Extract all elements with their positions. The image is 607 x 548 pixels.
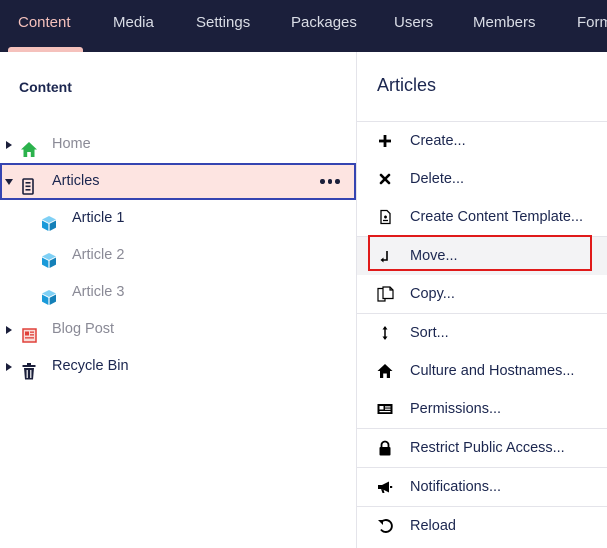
- permissions-icon: [377, 401, 393, 417]
- action-label: Create...: [410, 133, 466, 149]
- cube-icon: [41, 247, 58, 268]
- action-culture-and-hostnames[interactable]: Culture and Hostnames...: [357, 352, 607, 390]
- content-tree-panel: Content Home Articles Article 1 Article …: [0, 52, 356, 548]
- tree-node-label: Blog Post: [52, 321, 115, 337]
- tab-packages[interactable]: Packages: [291, 0, 357, 52]
- document-template-icon: [377, 209, 393, 225]
- action-label: Permissions...: [410, 401, 502, 417]
- action-label: Restrict Public Access...: [410, 440, 565, 456]
- home-icon: [377, 363, 393, 379]
- action-create[interactable]: Create...: [357, 122, 607, 160]
- copy-icon: [377, 286, 394, 302]
- action-label: Culture and Hostnames...: [410, 363, 575, 379]
- action-copy[interactable]: Copy...: [357, 275, 607, 313]
- tree-node-home[interactable]: Home: [0, 126, 356, 163]
- trash-icon: [22, 358, 39, 380]
- expand-caret-icon[interactable]: [6, 348, 14, 385]
- cube-icon: [41, 210, 58, 231]
- tree-node-article-1[interactable]: Article 1: [0, 200, 356, 237]
- collapse-caret-icon[interactable]: [5, 163, 13, 200]
- expand-caret-icon[interactable]: [6, 126, 14, 163]
- action-label: Reload: [410, 518, 456, 534]
- highlight-outline: [368, 235, 592, 271]
- tab-media[interactable]: Media: [113, 0, 154, 52]
- tree-node-recycle-bin[interactable]: Recycle Bin: [0, 348, 356, 385]
- sort-icon: [377, 325, 393, 341]
- action-restrict-public-access[interactable]: Restrict Public Access...: [357, 429, 607, 467]
- newspaper-icon: [22, 321, 39, 343]
- tree-node-label: Article 2: [72, 247, 125, 263]
- home-icon: [20, 136, 37, 157]
- tree-node-blog-post[interactable]: Blog Post: [0, 311, 356, 348]
- tree-node-label: Article 3: [72, 284, 125, 300]
- action-label: Copy...: [410, 286, 455, 302]
- action-permissions[interactable]: Permissions...: [357, 390, 607, 428]
- action-delete[interactable]: Delete...: [357, 160, 607, 198]
- reload-icon: [377, 518, 393, 534]
- tree-node-label: Home: [52, 136, 91, 152]
- tab-forms[interactable]: Forms: [577, 0, 607, 52]
- tab-settings[interactable]: Settings: [196, 0, 250, 52]
- document-list-icon: [22, 173, 39, 195]
- actions-title: Articles: [377, 75, 437, 95]
- tree-node-label: Article 1: [72, 210, 125, 226]
- action-label: Notifications...: [410, 479, 502, 495]
- action-label: Create Content Template...: [410, 209, 584, 225]
- action-notifications[interactable]: Notifications...: [357, 468, 607, 506]
- action-create-content-template[interactable]: Create Content Template...: [357, 198, 607, 236]
- tab-content[interactable]: Content: [18, 0, 71, 52]
- plus-icon: [377, 133, 393, 149]
- tab-members[interactable]: Members: [473, 0, 536, 52]
- tree-node-label: Recycle Bin: [52, 358, 129, 374]
- close-icon: [377, 171, 393, 187]
- tree-title: Content: [19, 79, 72, 95]
- tree-node-article-2[interactable]: Article 2: [0, 237, 356, 274]
- tree-node-articles[interactable]: Articles: [0, 163, 356, 200]
- cube-icon: [41, 284, 58, 305]
- action-label: Delete...: [410, 171, 464, 187]
- action-reload[interactable]: Reload: [357, 507, 607, 545]
- expand-caret-icon[interactable]: [6, 311, 14, 348]
- action-label: Sort...: [410, 325, 449, 341]
- tree-node-label: Articles: [52, 173, 100, 189]
- action-sort[interactable]: Sort...: [357, 314, 607, 352]
- actions-menu-panel: Articles Create... Delete... Create Cont…: [357, 52, 607, 548]
- megaphone-icon: [377, 479, 393, 495]
- tab-users[interactable]: Users: [394, 0, 433, 52]
- more-options-icon[interactable]: [320, 179, 340, 184]
- tree-node-article-3[interactable]: Article 3: [0, 274, 356, 311]
- lock-icon: [377, 440, 393, 456]
- top-navigation: Content Media Settings Packages Users Me…: [0, 0, 607, 52]
